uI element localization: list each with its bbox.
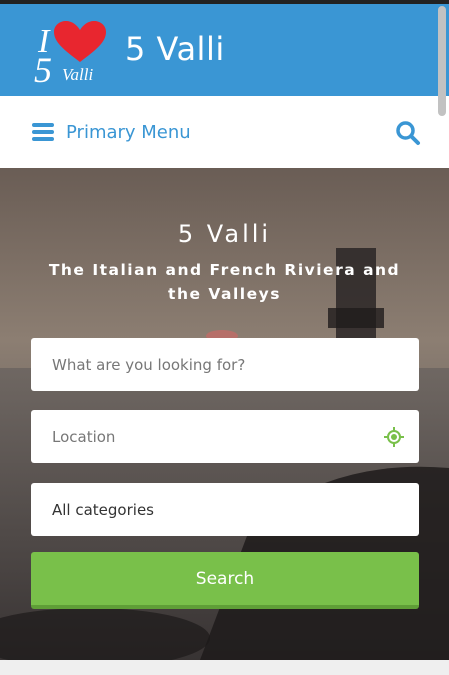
location-input[interactable]: [52, 427, 352, 446]
hero-subtitle: The Italian and French Riviera and the V…: [48, 261, 401, 303]
search-icon: [396, 121, 420, 145]
hero-section: 5 Valli The Italian and French Riviera a…: [0, 168, 449, 660]
scrollbar-thumb[interactable]: [438, 6, 446, 116]
logo-graphic: I 5 Valli: [32, 18, 108, 90]
primary-menu-label: Primary Menu: [66, 121, 191, 143]
site-logo[interactable]: I 5 Valli: [32, 18, 108, 90]
site-header: I 5 Valli 5 Valli: [0, 4, 449, 96]
search-toggle-button[interactable]: [395, 120, 421, 146]
logo-number: 5: [34, 50, 52, 84]
hamburger-icon: [32, 123, 54, 141]
primary-menu-toggle[interactable]: Primary Menu: [32, 118, 191, 146]
page-bottom: [0, 660, 449, 675]
what-search-field[interactable]: [31, 338, 419, 391]
category-selected-value: All categories: [52, 500, 154, 519]
site-title[interactable]: 5 Valli: [125, 30, 225, 68]
location-field[interactable]: [31, 410, 419, 463]
geolocate-icon[interactable]: [384, 427, 404, 447]
primary-menu-bar: Primary Menu: [0, 96, 449, 168]
what-search-input[interactable]: [52, 355, 352, 374]
category-select[interactable]: All categories: [31, 483, 419, 536]
hero-title: 5 Valli: [177, 220, 272, 248]
logo-word: Valli: [62, 65, 93, 84]
search-button[interactable]: Search: [31, 552, 419, 609]
